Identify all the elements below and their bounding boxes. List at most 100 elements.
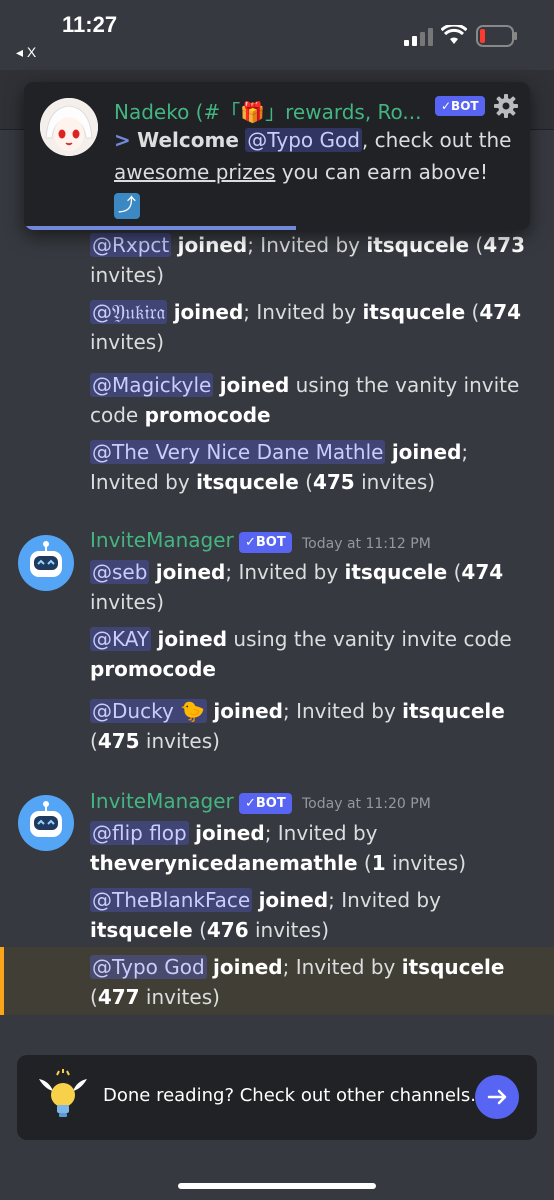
prizes-link[interactable]: awesome prizes [114,160,275,184]
invitemanager-avatar[interactable] [18,795,74,851]
inviter-name: itsqucele [90,918,193,942]
status-bar: 11:27 ◂ X [0,0,554,70]
popup-message: > Welcome @Typo God, check out the aweso… [114,124,514,220]
next-channel-button[interactable] [475,1075,519,1119]
gear-icon[interactable] [492,92,520,120]
message-typo-god: @Typo God joined; Invited by itsqucele (… [90,955,505,1009]
inviter-name: itsqucele [366,233,470,257]
banner-text: Done reading? Check out other channels. [103,1085,477,1106]
bot-badge: ✓BOT [435,96,485,116]
joined-label: joined [391,440,462,464]
quote-arrow-icon: > [114,128,131,152]
user-mention[interactable]: @Rxpct [90,233,172,257]
invites-label: invites) [145,985,220,1009]
message-ducky: @Ducky 🐤 joined; Invited by itsqucele (4… [90,699,505,753]
inviter-name: itsqucele [401,955,505,979]
invite-count: 475 [312,470,355,494]
invites-label: invites) [90,330,164,354]
invites-label: invites) [392,851,467,875]
bot-badge: ✓BOT [239,793,292,814]
user-mention[interactable]: @Magickyle [90,373,214,397]
invite-code: promocode [144,403,271,427]
message-text: ; Invited by [247,233,360,257]
message-text: using the vanity invite code [233,627,512,651]
author-name[interactable]: InviteManager [90,789,234,813]
message-text: ; Invited by [282,699,396,723]
message-dane-mathle: @The Very Nice Dane Mathle joined; Invit… [90,440,469,494]
message-timestamp: Today at 11:20 PM [302,796,431,812]
joined-label: joined [258,888,329,912]
user-mention[interactable]: @Typo God [245,128,362,152]
user-mention[interactable]: @TheBlankFace [90,888,253,912]
wifi-icon [441,25,467,44]
user-mention[interactable]: @flip flop [90,821,189,845]
joined-label: joined [213,955,283,979]
invites-label: invites) [145,729,220,753]
welcome-text: Welcome [137,128,239,152]
lightbulb-wings-icon [39,1069,87,1117]
invites-label: invites) [255,918,329,942]
invites-label: invites) [90,263,164,287]
message-blankface: @TheBlankFace joined; Invited by itsquce… [90,888,441,942]
invites-label: invites) [90,590,164,614]
message-text: ; Invited by [225,560,339,584]
user-mention[interactable]: @The Very Nice Dane Mathle [90,440,386,464]
battery-icon [476,25,517,47]
inviter-name: itsqucele [344,560,448,584]
joined-label: joined [195,821,265,845]
bot-badge: ✓BOT [239,532,292,553]
home-indicator[interactable] [178,1183,376,1189]
arrow-right-icon [487,1089,507,1105]
back-to-app-button[interactable]: ◂ X [16,44,36,61]
anime-girl-avatar-icon [40,98,98,156]
arrow-up-emoji-icon: ⤴ [114,192,140,219]
popup-text: you can earn above! [281,160,488,184]
invite-code: promocode [90,657,216,681]
clock: 11:27 [62,12,118,37]
user-mention[interactable]: @𝔜𝔲𝔨𝔦𝔯𝔞 [90,300,168,324]
cell-signal-icon [404,28,433,46]
invites-label: invites) [361,470,436,494]
notification-popup[interactable]: Nadeko (#「🎁」rewards, Ro... ✓BOT > Welcom… [24,82,530,230]
inviter-name: itsqucele [196,470,299,494]
user-mention[interactable]: @Ducky 🐤 [90,699,208,723]
joined-label: joined [155,560,226,584]
robot-icon [30,801,62,837]
inviter-name: theverynicedanemathle [90,851,358,875]
user-mention[interactable]: @KAY [90,627,152,651]
robot-icon [30,541,62,577]
message-text: ; Invited by [282,955,396,979]
message-timestamp: Today at 11:12 PM [302,536,431,552]
invite-count: 474 [479,300,522,324]
message-rxpct: @Rxpct joined; Invited by itsqucele (473… [90,233,525,287]
message-magickyle: @Magickyle joined using the vanity invit… [90,370,530,430]
joined-label: joined [157,627,228,651]
user-mention[interactable]: @seb [90,560,150,584]
done-reading-banner[interactable]: Done reading? Check out other channels. [17,1055,537,1140]
message-kay: @KAY joined using the vanity invite code… [90,624,530,684]
joined-label: joined [213,699,283,723]
user-mention[interactable]: @Typo God [90,955,207,979]
joined-label: joined [173,300,244,324]
message-seb: @seb joined; Invited by itsqucele (474 i… [90,560,504,614]
message-text: ; Invited by [264,821,378,845]
joined-label: joined [177,233,248,257]
inviter-name: itsqucele [362,300,466,324]
popup-title: Nadeko (#「🎁」rewards, Ro... [114,100,422,124]
invitemanager-avatar[interactable] [18,535,74,591]
author-name[interactable]: InviteManager [90,528,234,552]
message-text: ; Invited by [243,300,357,324]
nadeko-avatar [40,98,98,156]
invite-count: 473 [483,233,525,257]
joined-label: joined [219,373,290,397]
message-text: ; Invited by [328,888,441,912]
invite-count: 475 [97,729,140,753]
message-yukira: @𝔜𝔲𝔨𝔦𝔯𝔞 joined; Invited by itsqucele (47… [90,300,522,354]
popup-progress-bar [24,226,296,230]
invite-count: 476 [206,918,249,942]
invite-count: 474 [461,560,504,584]
inviter-name: itsqucele [402,699,505,723]
message-flip-flop: @flip flop joined; Invited by theverynic… [90,821,467,875]
invite-count: 1 [371,851,386,875]
invite-count: 477 [97,985,140,1009]
